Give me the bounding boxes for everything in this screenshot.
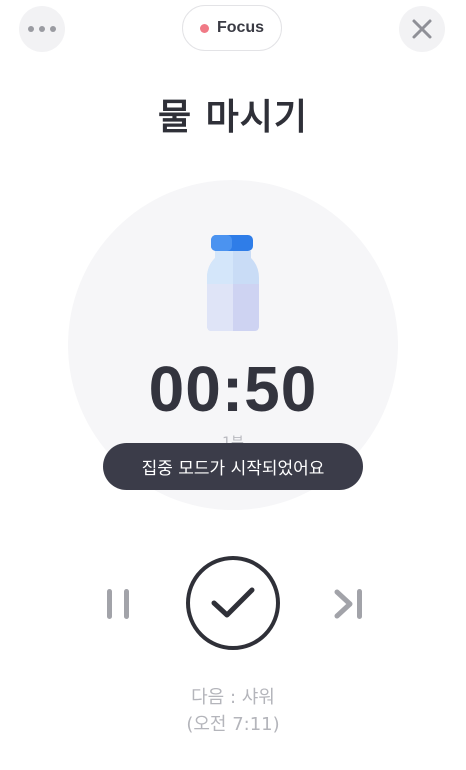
check-icon <box>211 587 255 618</box>
skip-button[interactable] <box>328 582 368 626</box>
next-task-time: (오전 7:11) <box>186 714 280 735</box>
more-button[interactable] <box>19 6 65 52</box>
focus-mode-pill[interactable]: Focus <box>182 5 282 51</box>
close-icon <box>412 19 432 39</box>
pause-button[interactable] <box>98 582 138 626</box>
complete-button[interactable] <box>186 556 280 650</box>
close-button[interactable] <box>399 6 445 52</box>
more-horizontal-icon <box>28 26 56 32</box>
focus-status-dot <box>199 23 209 33</box>
countdown-timer: 00:50 <box>148 353 318 425</box>
next-task-label: 다음 : 샤워 <box>191 687 275 708</box>
task-title: 물 마시기 <box>157 97 308 138</box>
skip-next-icon <box>334 589 362 619</box>
focus-label: Focus <box>216 19 265 36</box>
toast-message: 집중 모드가 시작되었어요 <box>103 443 363 490</box>
pause-icon <box>107 589 129 619</box>
water-bottle-icon <box>207 235 259 331</box>
